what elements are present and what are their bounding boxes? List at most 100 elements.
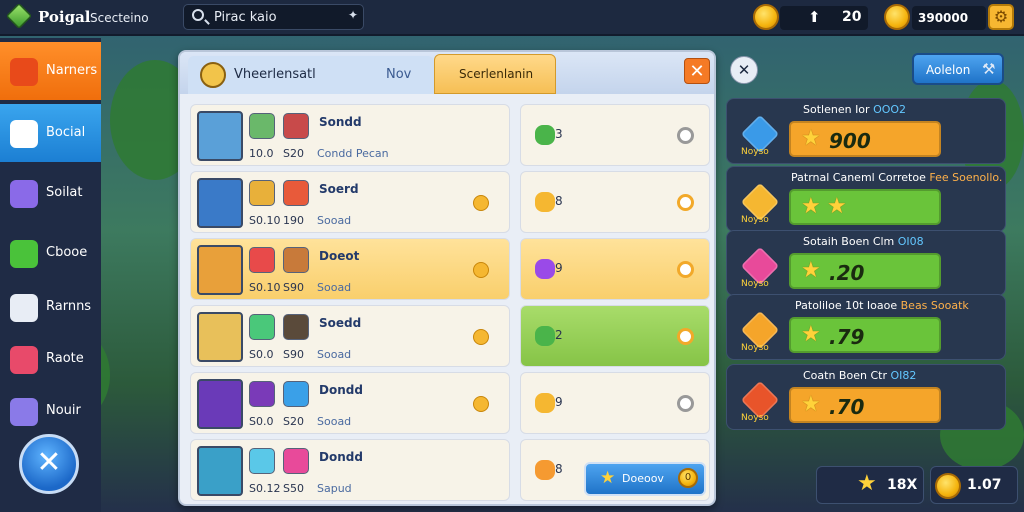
tab-second-label: Scerlenlanin (459, 67, 534, 81)
hero-portrait (197, 379, 243, 429)
companion-icon (249, 113, 275, 139)
close-icon: ✕ (689, 61, 705, 82)
reward-value: .70 (829, 395, 865, 419)
star-icon: ★ (600, 468, 616, 488)
row-power: 190 (283, 214, 304, 227)
resource-cell[interactable]: 9 (520, 372, 710, 434)
table-row[interactable]: Sondd 10.0 S20 Condd Pecan (190, 104, 510, 166)
companion-icon (249, 180, 275, 206)
sidebar-item-7[interactable]: Nouir (0, 382, 101, 440)
resource-value: 2 (555, 328, 563, 342)
reward-bar[interactable]: ★ ★ (789, 189, 941, 225)
coin-dot-icon (473, 396, 489, 412)
tab-nov-label[interactable]: Nov (386, 67, 411, 82)
row-power: S90 (283, 348, 304, 361)
companion-icon (249, 247, 275, 273)
settings-button[interactable]: ⚙ (988, 4, 1014, 30)
table-row[interactable]: Soerd S0.10 190 Sooad (190, 171, 510, 233)
star-counter[interactable]: ★ 18X (816, 466, 924, 504)
reward-bar[interactable]: ★ 900 (789, 121, 941, 157)
claim-button[interactable]: ★ Doeoov 0 (584, 462, 706, 496)
select-radio[interactable] (677, 194, 694, 211)
coin-icon: 0 (678, 468, 698, 488)
row-power: S50 (283, 482, 304, 495)
companion-icon (283, 314, 309, 340)
table-row[interactable]: Soedd S0.0 S90 Sooad (190, 305, 510, 367)
main-panel: Vheerlensatl Nov Scerlenlanin ✕ Sondd 10.… (178, 50, 716, 506)
resource-icon (535, 125, 555, 145)
sidebar-item-5[interactable]: Rarnns (0, 278, 101, 336)
sidebar-item-1[interactable]: Narners (0, 42, 101, 100)
table-row[interactable]: Dondd S0.0 S20 Sooad (190, 372, 510, 434)
sidebar-item-label: Cbooe (46, 245, 88, 260)
resource-value: 3 (555, 127, 563, 141)
close-icon: ✕ (737, 61, 751, 79)
select-radio[interactable] (677, 395, 694, 412)
gem-icon (10, 398, 38, 426)
star-icon: ★ (857, 471, 877, 496)
reward-bar[interactable]: ★ .70 (789, 387, 941, 423)
energy-value: 20 (842, 9, 862, 25)
row-name: Soedd (319, 316, 362, 330)
shield-icon (200, 62, 226, 88)
reward-title-mid: Ior (855, 103, 870, 116)
resource-cell[interactable]: 2 (520, 305, 710, 367)
reward-title-mid: Corretoe (878, 171, 926, 184)
sidebar-item-6[interactable]: Raote (0, 330, 101, 388)
close-icon: ✕ (36, 445, 62, 480)
reward-card[interactable]: Sotaih Boen Clm OI08 Noyso ★ .20 (726, 230, 1006, 296)
reward-title-mid: Ioaoe (866, 299, 898, 312)
resource-cell[interactable]: 3 (520, 104, 710, 166)
row-name: Doeot (319, 249, 360, 263)
reward-bar[interactable]: ★ .20 (789, 253, 941, 289)
panel-close-button[interactable]: ✕ (684, 58, 710, 84)
star-icon: ★ (801, 392, 821, 417)
coin-icon (753, 4, 779, 30)
table-row[interactable]: Dondd S0.12 S50 Sapud (190, 439, 510, 501)
hero-portrait (197, 312, 243, 362)
reward-value: 900 (829, 129, 871, 153)
resource-cell[interactable]: 8 (520, 171, 710, 233)
claim-label: Doeoov (622, 472, 664, 485)
select-radio[interactable] (677, 127, 694, 144)
reward-title-tag: OI08 (897, 235, 924, 248)
select-radio[interactable] (677, 261, 694, 278)
reward-card[interactable]: Patoliloe 10t Ioaoe Beas Sooatk Noyso ★ .79 (726, 294, 1006, 360)
coin-counter[interactable]: 1.07 (930, 466, 1018, 504)
sidebar-item-label: Soilat (46, 185, 83, 200)
gold-counter[interactable]: 390000 (912, 6, 986, 30)
reward-title: Patrnal Caneml Corretoe Fee Soenollo. (791, 171, 1002, 184)
resource-icon (535, 326, 555, 346)
search-input[interactable]: Pirac kaio ✦ (183, 4, 364, 30)
reward-title: Sotlenen Ior OOO2 (803, 103, 906, 116)
reward-title-main: Patoliloe 10t (795, 299, 864, 312)
reward-card[interactable]: Sotlenen Ior OOO2 Noyso ★ 900 (726, 98, 1006, 164)
reward-title: Sotaih Boen Clm OI08 (803, 235, 924, 248)
star-icon: ★ (801, 258, 821, 283)
gear-icon: ⚙ (993, 7, 1009, 26)
chart-icon (10, 346, 38, 374)
reward-title: Patoliloe 10t Ioaoe Beas Sooatk (795, 299, 969, 312)
energy-counter[interactable]: ⬆ 20 (780, 6, 868, 30)
reward-card[interactable]: Patrnal Caneml Corretoe Fee Soenollo. Noy… (726, 166, 1006, 232)
close-button[interactable]: ✕ (730, 56, 758, 84)
resource-value: 8 (555, 194, 563, 208)
resource-cell[interactable]: 9 (520, 238, 710, 300)
row-level: S0.10 (249, 214, 281, 227)
sidebar-item-3[interactable]: Soilat (0, 164, 101, 222)
tab-second[interactable]: Scerlenlanin (434, 54, 556, 94)
gem-tag: Noyso (741, 343, 769, 353)
action-button[interactable]: Aolelon ⚒ (912, 53, 1004, 85)
sidebar-item-2[interactable]: Bocial (0, 104, 101, 162)
row-subtitle: Sooad (317, 281, 352, 294)
arrow-up-icon: ⬆ (808, 8, 821, 26)
select-radio[interactable] (677, 328, 694, 345)
close-round-button[interactable]: ✕ (19, 434, 79, 494)
reward-bar[interactable]: ★ .79 (789, 317, 941, 353)
sidebar-item-4[interactable]: Cbooe (0, 224, 101, 282)
table-row[interactable]: Doeot S0.10 S90 Sooad (190, 238, 510, 300)
claim-coin-value: 0 (684, 472, 692, 483)
tab-main[interactable]: Vheerlensatl Nov (188, 56, 434, 94)
gem-tag: Noyso (741, 215, 769, 225)
reward-card[interactable]: Coatn Boen Ctr OI82 Noyso ★ .70 (726, 364, 1006, 430)
